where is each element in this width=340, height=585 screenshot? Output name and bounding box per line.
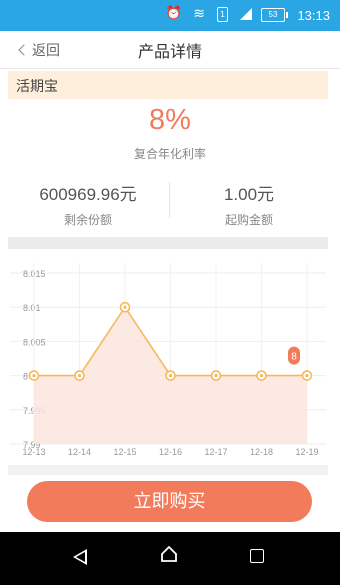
chart-data-point-center [259, 374, 264, 378]
nav-bar: 返回 产品详情 [0, 31, 340, 69]
chart-data-point-center [168, 374, 173, 378]
page-title: 产品详情 [137, 42, 202, 61]
chart-x-tick-label: 12-17 [204, 447, 227, 457]
system-home-icon[interactable] [161, 546, 177, 562]
system-nav-bar [0, 532, 340, 585]
stat-min-purchase-value: 1.00元 [223, 185, 275, 204]
stat-remaining: 600969.96元 剩余份额 [8, 180, 168, 228]
stat-min-purchase-label: 起购金额 [224, 213, 273, 227]
chart-data-point-center [123, 305, 127, 309]
rate-chart-svg: 8.0158.018.00587.9957.9912-1312-1412-151… [10, 263, 326, 457]
product-name: 活期宝 [16, 79, 58, 95]
chart-x-tick-label: 12-18 [250, 447, 273, 457]
product-name-header: 活期宝 [8, 71, 328, 99]
chart-highlight-label: 8 [291, 352, 297, 363]
battery-icon: 53 [261, 8, 288, 22]
chart-data-point-center [305, 374, 309, 378]
system-back-icon[interactable] [73, 549, 87, 565]
chart-y-tick-label: 8 [23, 372, 28, 382]
section-gap [8, 237, 328, 249]
buy-now-button[interactable]: 立即购买 [27, 481, 312, 522]
stat-remaining-label: 剩余份额 [63, 213, 112, 227]
system-recent-apps-icon[interactable] [250, 549, 264, 563]
stat-remaining-value: 600969.96元 [39, 185, 137, 204]
chart-data-point-center [214, 374, 218, 378]
chart-y-tick-label: 8.01 [23, 303, 41, 313]
chart-x-tick-label: 12-14 [68, 447, 91, 457]
chart-x-tick-label: 12-13 [22, 447, 45, 457]
stat-min-purchase: 1.00元 起购金额 [170, 180, 328, 228]
rate-label: 复合年化利率 [133, 147, 206, 161]
chart-data-point-center [77, 374, 82, 378]
rate-value: 8% [149, 104, 191, 136]
chart-x-tick-label: 12-16 [159, 447, 182, 457]
section-gap-bottom [8, 465, 328, 475]
signal-icon [240, 8, 252, 20]
chart-data-point-center [32, 374, 36, 378]
sim-icon: 1 [217, 7, 228, 22]
alarm-icon: ⏰ [165, 6, 182, 21]
status-bar: ⏰ ≋ 1 53 13:13 [0, 0, 340, 31]
status-time: 13:13 [297, 8, 330, 23]
chart-x-tick-label: 12-15 [113, 447, 136, 457]
chart-x-tick-label: 12-19 [295, 447, 318, 457]
wifi-icon: ≋ [193, 6, 205, 22]
rate-chart: 8.0158.018.00587.9957.9912-1312-1412-151… [8, 249, 328, 465]
